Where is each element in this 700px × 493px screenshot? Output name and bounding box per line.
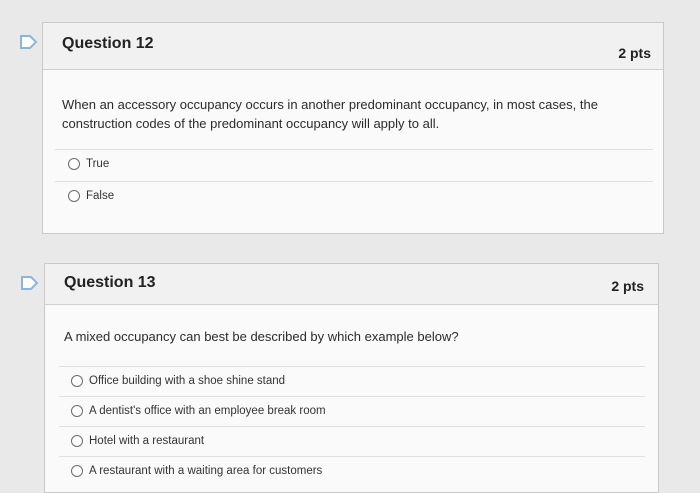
answer-label: Office building with a shoe shine stand <box>89 374 286 387</box>
radio-button-icon[interactable] <box>68 157 80 170</box>
question-points: 2 pts <box>618 45 651 61</box>
radio-button-icon[interactable] <box>71 404 83 417</box>
question-points: 2 pts <box>611 278 644 294</box>
bookmark-flag-icon[interactable] <box>21 276 39 290</box>
question-text: A mixed occupancy can best be described … <box>64 329 459 344</box>
answer-label: Hotel with a restaurant <box>89 434 205 447</box>
answer-option-2[interactable]: A dentist's office with an employee brea… <box>59 396 645 424</box>
question-13-card: Question 13 2 pts A mixed occupancy can … <box>44 263 659 493</box>
radio-button-icon[interactable] <box>68 189 80 202</box>
question-12-card: Question 12 2 pts When an accessory occu… <box>42 22 664 234</box>
radio-button-icon[interactable] <box>71 374 83 387</box>
question-text: When an accessory occupancy occurs in an… <box>62 97 598 131</box>
answer-label: False <box>86 189 115 202</box>
radio-button-icon[interactable] <box>71 434 83 447</box>
answer-option-false[interactable]: False <box>55 181 653 209</box>
bookmark-flag-icon[interactable] <box>20 35 38 49</box>
question-title: Question 12 <box>62 35 154 52</box>
answer-label: A dentist's office with an employee brea… <box>89 404 326 417</box>
answer-label: True <box>86 157 110 170</box>
answer-option-1[interactable]: Office building with a shoe shine stand <box>59 366 645 394</box>
question-12-header: Question 12 2 pts <box>43 23 663 70</box>
question-title: Question 13 <box>64 274 156 291</box>
answer-label: A restaurant with a waiting area for cus… <box>89 464 323 477</box>
answer-option-3[interactable]: Hotel with a restaurant <box>59 426 645 454</box>
question-13-header: Question 13 2 pts <box>45 264 658 305</box>
answer-option-true[interactable]: True <box>55 149 653 177</box>
radio-button-icon[interactable] <box>71 464 83 477</box>
answer-option-4[interactable]: A restaurant with a waiting area for cus… <box>59 456 645 484</box>
